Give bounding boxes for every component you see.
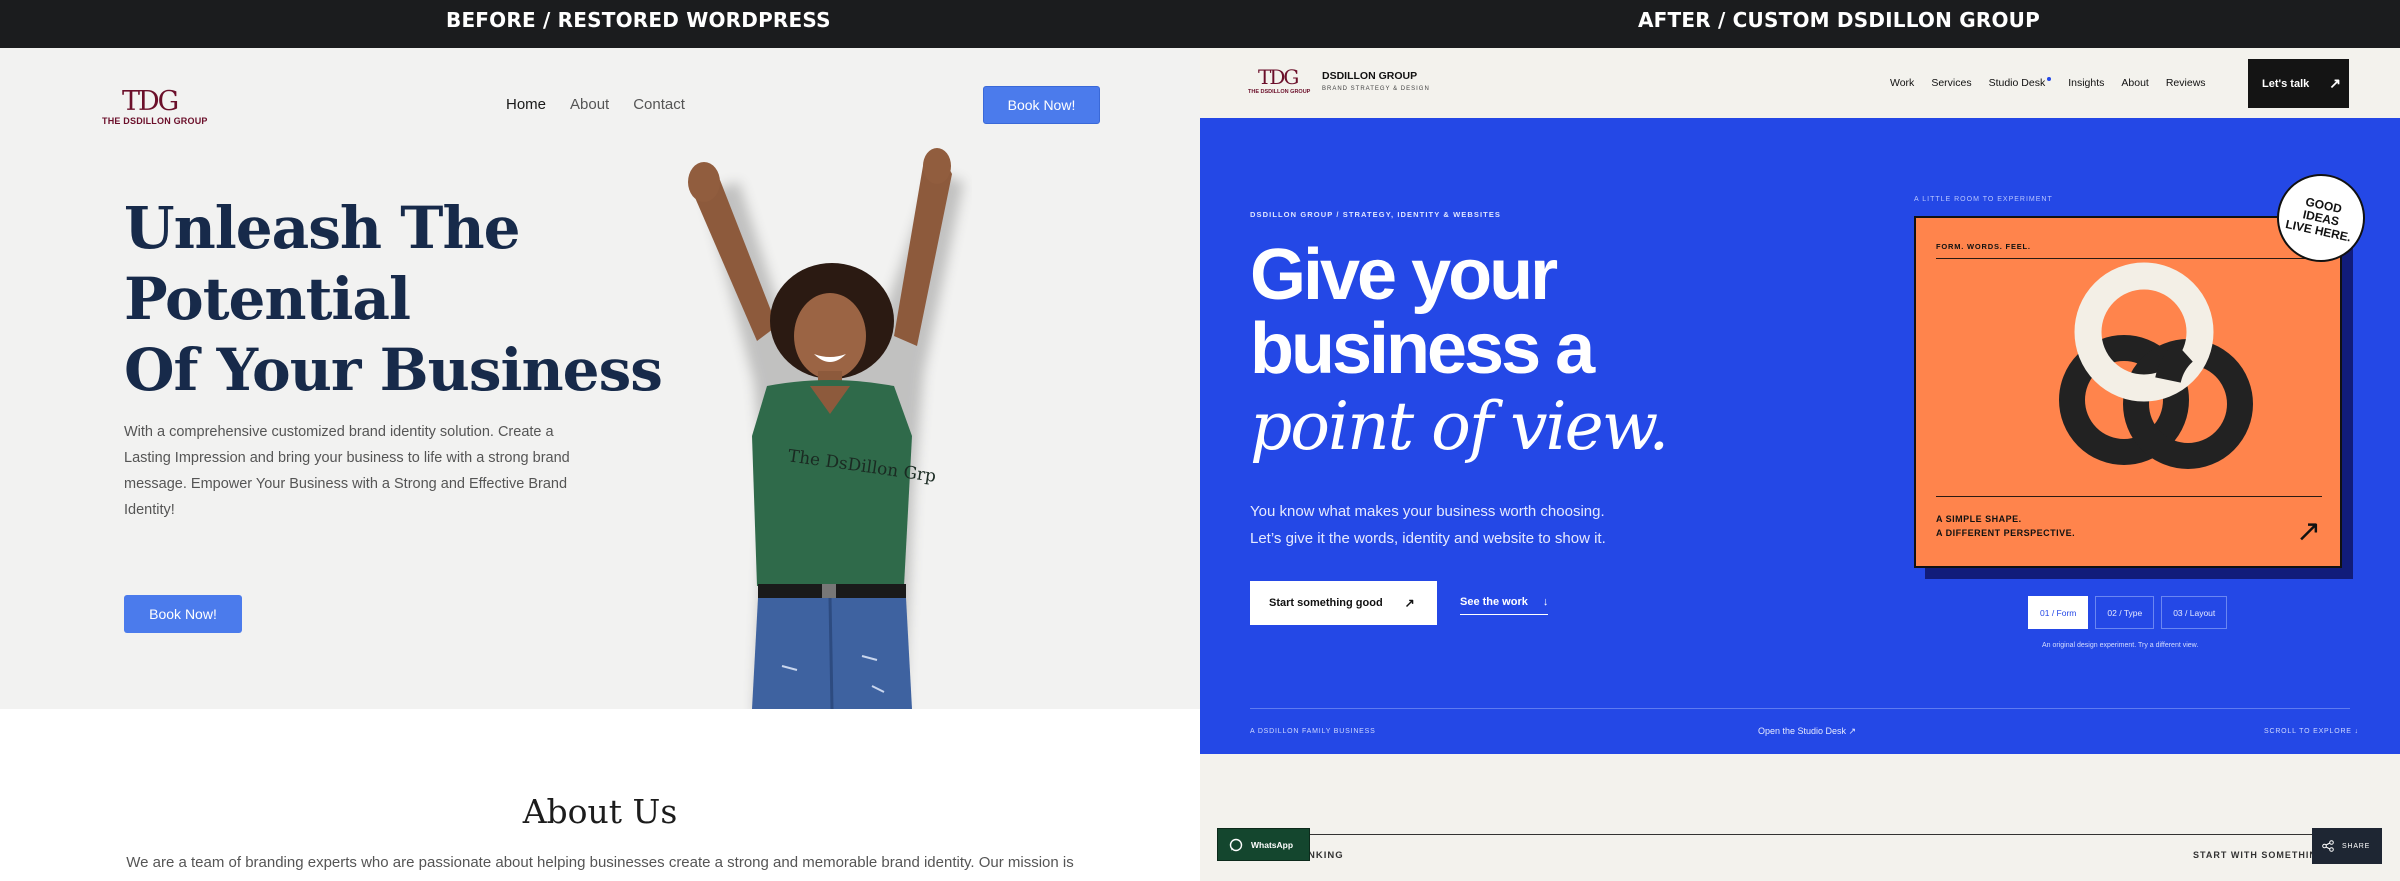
section-label-right: START WITH SOMETHING	[2193, 850, 2325, 860]
arrow-up-right-icon: ↗	[2296, 515, 2322, 548]
after-hero: DSDILLON GROUP / STRATEGY, IDENTITY & WE…	[1200, 118, 2400, 754]
hero-title-line: Unleash The	[124, 194, 521, 262]
hero-body-line: Let’s give it the words, identity and we…	[1250, 530, 1606, 547]
arrow-up-right-icon: ↗	[2329, 75, 2341, 91]
section-label-left: NKING	[1308, 850, 1344, 861]
nav-contact[interactable]: Contact	[633, 96, 685, 113]
hero-title-line: Of Your Business	[124, 336, 663, 404]
card-caption: A SIMPLE SHAPE. A DIFFERENT PERSPECTIVE.	[1936, 512, 2075, 540]
start-label: Start something good	[1269, 597, 1383, 609]
nav-studio-desk[interactable]: Studio Desk	[1989, 77, 2052, 89]
arrow-down-icon: ↓	[1542, 596, 1549, 608]
brand-tagline: BRAND STRATEGY & DESIGN	[1322, 86, 1430, 92]
card-caption-line: A DIFFERENT PERSPECTIVE.	[1936, 528, 2076, 538]
logo-subtitle: THE DSDILLON GROUP	[102, 116, 208, 126]
before-hero: TDG THE DSDILLON GROUP Home About Contac…	[0, 48, 1200, 709]
studio-desk-link[interactable]: Open the Studio Desk ↗	[1758, 726, 1856, 737]
after-panel: TDG THE DSDILLON GROUP DSDILLON GROUP BR…	[1200, 48, 2400, 881]
hero-book-button[interactable]: Book Now!	[124, 595, 242, 633]
hero-title: Give your business a point of view.	[1250, 235, 1669, 465]
before-caption: BEFORE / RESTORED WORDPRESS	[446, 8, 831, 32]
header-book-button[interactable]: Book Now!	[983, 86, 1100, 124]
arrow-up-right-icon: ↗	[1404, 596, 1415, 610]
tab-note: An original design experiment. Try a dif…	[2042, 642, 2199, 649]
nav-studio-desk-label: Studio Desk	[1988, 77, 2046, 89]
whatsapp-button[interactable]: WhatsApp	[1217, 828, 1310, 861]
card-divider	[1936, 496, 2322, 497]
brand-block[interactable]: DSDILLON GROUP BRAND STRATEGY & DESIGN	[1322, 70, 1430, 92]
nav-home[interactable]: Home	[506, 96, 546, 113]
nav-about[interactable]: About	[2121, 77, 2148, 89]
hero-body: With a comprehensive customized brand id…	[124, 424, 570, 518]
after-header: TDG THE DSDILLON GROUP DSDILLON GROUP BR…	[1200, 48, 2400, 118]
experiment-label: A LITTLE ROOM TO EXPERIMENT	[1914, 196, 2053, 203]
nav-services[interactable]: Services	[1931, 77, 1971, 89]
after-lower-section	[1200, 754, 2400, 881]
hero-body-line: You know what makes your business worth …	[1250, 503, 1605, 520]
experiment-tabs: 01 / Form 02 / Type 03 / Layout	[2028, 596, 2228, 629]
lets-talk-label: Let's talk	[2262, 77, 2310, 90]
tdg-logo-small[interactable]: TDG THE DSDILLON GROUP	[1248, 65, 1311, 101]
tdg-logo[interactable]: TDG THE DSDILLON GROUP	[102, 86, 208, 132]
tab-type[interactable]: 02 / Type	[2095, 596, 2155, 629]
tab-form[interactable]: 01 / Form	[2028, 596, 2089, 629]
scroll-hint: SCROLL TO EXPLORE ↓	[2264, 728, 2359, 735]
logo-subtitle: THE DSDILLON GROUP	[1248, 89, 1311, 95]
hero-title-italic: point of view.	[1250, 388, 1669, 465]
nav-work[interactable]: Work	[1890, 77, 1914, 89]
after-nav: Work Services Studio Desk Insights About…	[1890, 77, 2206, 89]
nav-insights[interactable]: Insights	[2068, 77, 2104, 89]
share-label: SHARE	[2342, 842, 2371, 850]
see-work-label: See the work	[1460, 596, 1528, 608]
hero-title-line: Potential	[124, 265, 411, 333]
brand-name: DSDILLON GROUP	[1322, 70, 1418, 82]
nav-about[interactable]: About	[570, 96, 609, 113]
see-work-link[interactable]: See the work ↓	[1460, 596, 1549, 615]
hero-title-line: Give your	[1250, 235, 1558, 315]
after-caption: AFTER / CUSTOM DSDILLON GROUP	[1638, 8, 2040, 32]
share-button[interactable]: SHARE	[2312, 828, 2382, 864]
share-icon	[2322, 840, 2334, 852]
experiment-card[interactable]: FORM. WORDS. FEEL. A SIMPLE SHAPE. A DIF…	[1914, 216, 2342, 568]
logo-mark: TDG	[122, 86, 179, 117]
hero-person-photo: The DsDillon Grp	[688, 148, 964, 709]
about-text: We are a team of branding experts who ar…	[126, 854, 1074, 871]
hero-body: You know what makes your business worth …	[1250, 498, 1606, 552]
before-nav: Home About Contact	[506, 96, 685, 113]
about-heading: About Us	[522, 792, 678, 831]
start-something-button[interactable]: Start something good ↗	[1250, 581, 1437, 625]
lets-talk-button[interactable]: Let's talk ↗	[2248, 59, 2349, 108]
hero-title-line: business a	[1250, 309, 1595, 389]
nav-reviews[interactable]: Reviews	[2166, 77, 2206, 89]
whatsapp-label: WhatsApp	[1251, 839, 1294, 850]
family-business-label: A DSDILLON FAMILY BUSINESS	[1250, 728, 1376, 735]
card-caption-line: A SIMPLE SHAPE.	[1936, 514, 2022, 524]
before-panel: TDG THE DSDILLON GROUP Home About Contac…	[0, 48, 1200, 881]
hero-title: Unleash The Potential Of Your Business	[124, 193, 663, 406]
comparison-header: BEFORE / RESTORED WORDPRESS AFTER / CUST…	[0, 0, 2400, 48]
new-dot-icon	[2047, 77, 2052, 81]
tab-layout[interactable]: 03 / Layout	[2161, 596, 2228, 629]
hero-kicker: DSDILLON GROUP / STRATEGY, IDENTITY & WE…	[1250, 210, 1502, 219]
whatsapp-icon	[1229, 838, 1243, 851]
logo-mark: TDG	[1258, 65, 1299, 89]
hero-divider	[1250, 708, 2350, 709]
section-divider	[1250, 834, 2350, 835]
